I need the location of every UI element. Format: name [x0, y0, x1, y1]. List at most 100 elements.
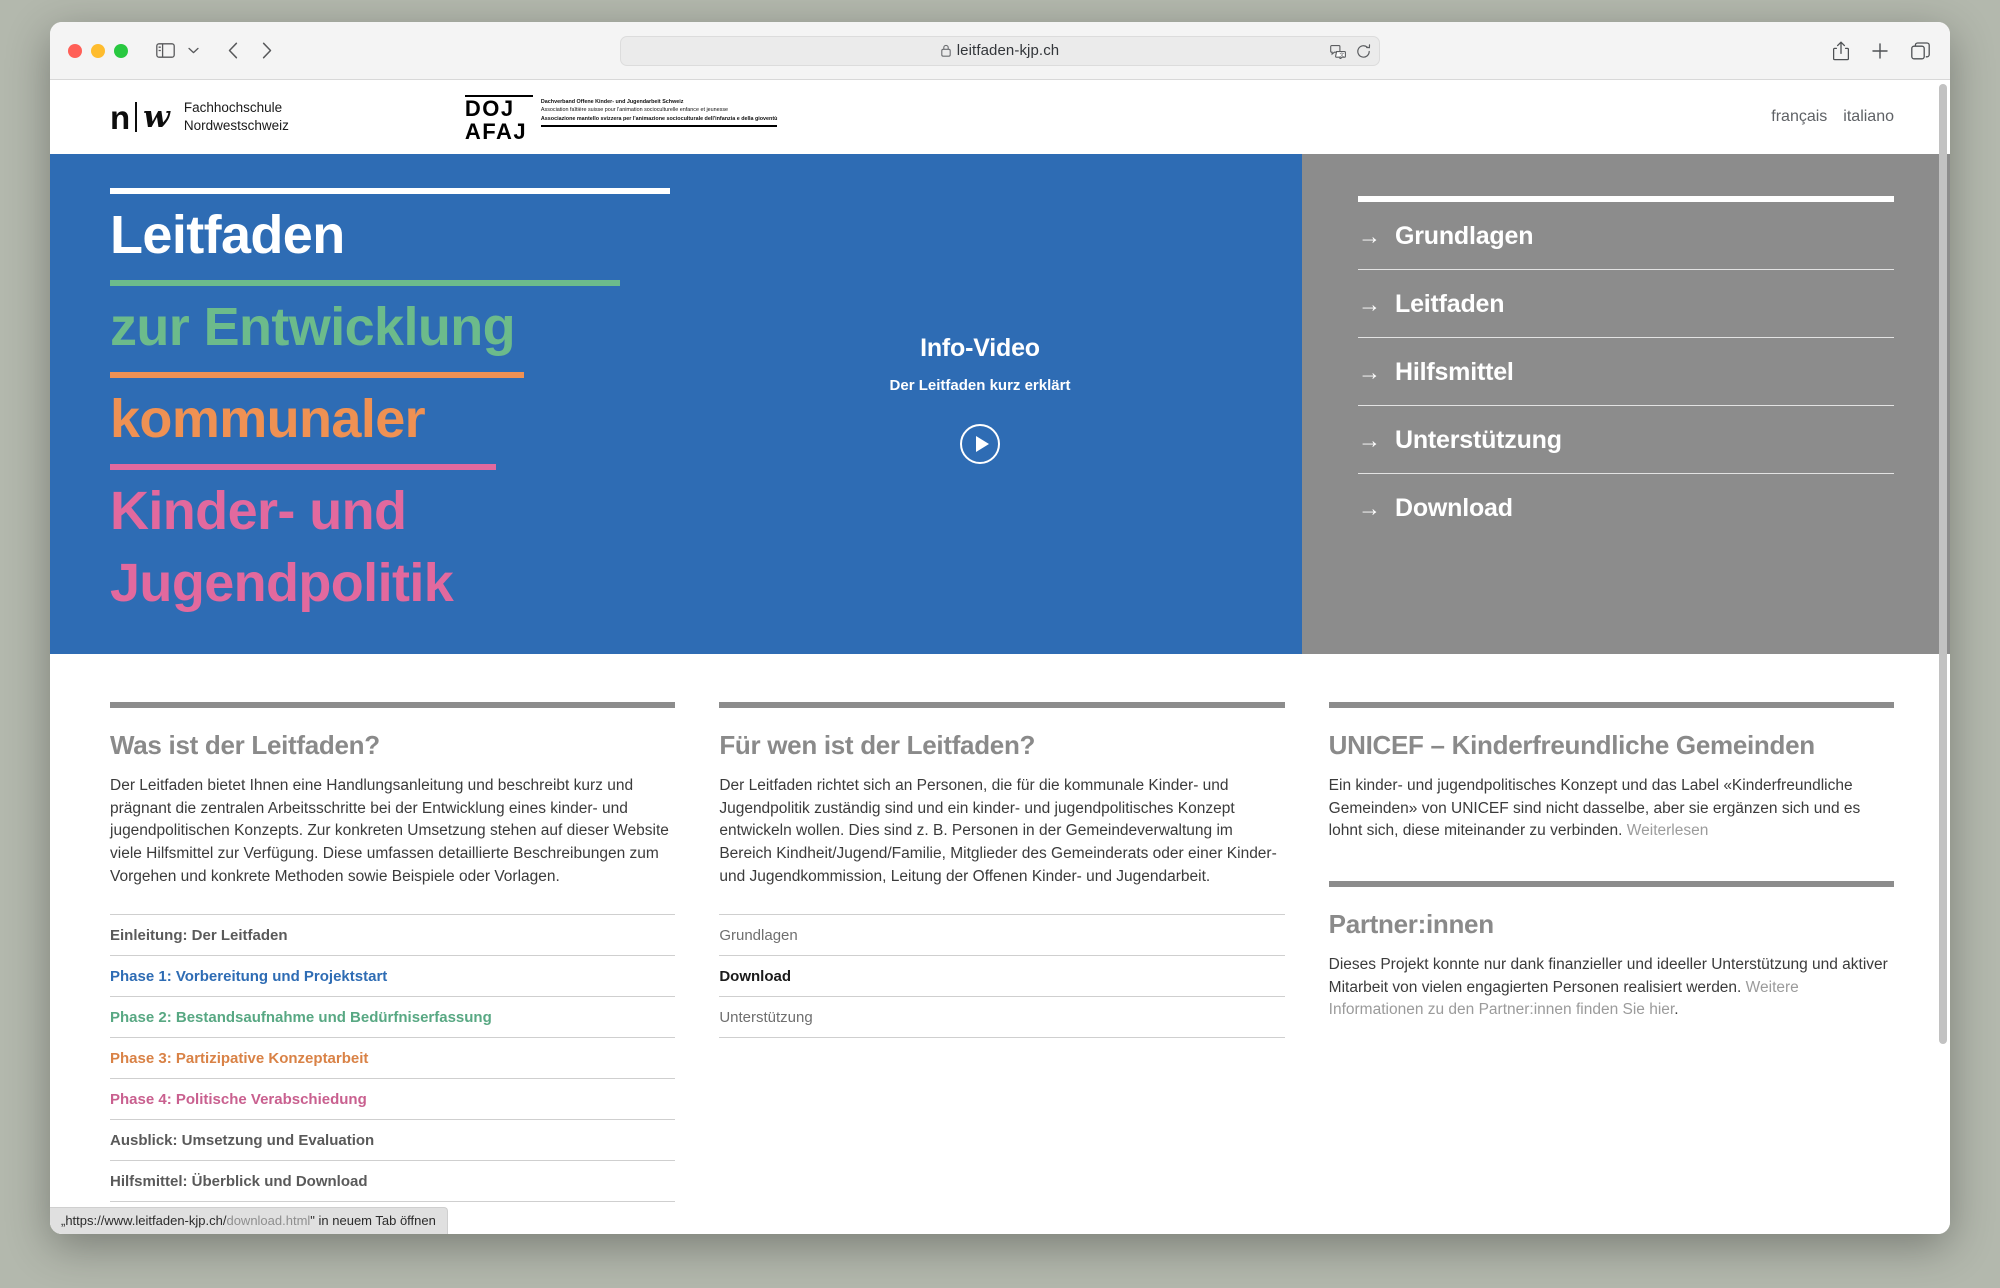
- partner-rule: [1328, 880, 1894, 887]
- hero-nav-item-hilfsmittel[interactable]: → Hilfsmittel: [1358, 338, 1894, 406]
- info-video-block[interactable]: Info-Video Der Leitfaden kurz erklärt: [840, 154, 1120, 464]
- status-bar-link-preview: „https://www.leitfaden-kjp.ch/download.h…: [50, 1207, 448, 1234]
- column-body: Der Leitfaden richtet sich an Personen, …: [719, 777, 1277, 885]
- url-text: leitfaden-kjp.ch: [956, 42, 1060, 59]
- fhnw-name-line-2: Nordwestschweiz: [183, 118, 289, 133]
- link-hilfsmittel[interactable]: Hilfsmittel: Überblick und Download: [110, 1160, 676, 1203]
- partner-body: Dieses Projekt konnte nur dank finanziel…: [1329, 954, 1894, 1022]
- hero-nav-label: Leitfaden: [1395, 290, 1505, 318]
- chevron-right-icon[interactable]: [252, 37, 282, 65]
- language-link-francais[interactable]: français: [1771, 108, 1827, 126]
- fhnw-logo-mark: n w: [110, 101, 170, 134]
- fhnw-letter-w: w: [143, 98, 170, 135]
- column-rule: [110, 702, 676, 708]
- arrow-right-icon: →: [1358, 359, 1381, 385]
- close-window-button[interactable]: [68, 43, 82, 58]
- partner-section: Partner:innen Dieses Projekt konnte nur …: [1328, 880, 1894, 1022]
- address-bar-actions: 文: [1330, 37, 1371, 67]
- doj-desc-fr: Association faîtière suisse pour l'anima…: [540, 107, 729, 114]
- link-unterstuetzung[interactable]: Unterstützung: [719, 996, 1285, 1039]
- doj-abbrev-line-2: AFAJ: [464, 118, 528, 144]
- share-icon[interactable]: [1833, 41, 1849, 61]
- link-phase-4[interactable]: Phase 4: Politische Verabschiedung: [110, 1078, 676, 1119]
- link-einleitung[interactable]: Einleitung: Der Leitfaden: [110, 914, 676, 955]
- unicef-body-text: Ein kinder- und jugendpolitisches Konzep…: [1328, 777, 1861, 840]
- info-video-subtitle: Der Leitfaden kurz erklärt: [889, 377, 1071, 394]
- hero-nav-label: Unterstützung: [1395, 426, 1562, 454]
- language-link-italiano[interactable]: italiano: [1843, 108, 1894, 126]
- maximize-window-button[interactable]: [114, 43, 128, 58]
- doj-desc-it: Associazione mantello svizzera per l'ani…: [540, 116, 778, 123]
- doj-bracket-bottom: [540, 124, 778, 127]
- fhnw-name-line-1: Fachhochschule: [183, 100, 283, 116]
- link-download[interactable]: Download: [719, 955, 1285, 996]
- fhnw-logo[interactable]: n w Fachhochschule Nordwestschweiz: [110, 99, 289, 135]
- leitfaden-link-list: Einleitung: Der Leitfaden Phase 1: Vorbe…: [110, 914, 676, 1203]
- link-phase-2[interactable]: Phase 2: Bestandsaufnahme und Bedürfnise…: [110, 996, 676, 1037]
- fhnw-divider: [135, 102, 138, 132]
- column-title: Für wen ist der Leitfaden?: [719, 730, 1036, 760]
- unicef-body: Ein kinder- und jugendpolitisches Konzep…: [1329, 775, 1894, 843]
- link-weiterlesen[interactable]: Weiterlesen: [1627, 822, 1709, 839]
- chevron-down-icon[interactable]: [182, 37, 204, 65]
- doj-abbrev-line-1: DOJ: [464, 95, 515, 121]
- hero-nav-label: Grundlagen: [1395, 222, 1534, 250]
- hero-banner: Leitfaden zur Entwicklung kommunaler Kin…: [50, 154, 1302, 654]
- unicef-title: UNICEF – Kinderfreundliche Gemeinden: [1328, 730, 1815, 760]
- link-grundlagen[interactable]: Grundlagen: [719, 914, 1285, 955]
- status-suffix: " in neuem Tab öffnen: [310, 1213, 436, 1228]
- lock-icon: [941, 44, 951, 57]
- column-title: Was ist der Leitfaden?: [110, 730, 380, 760]
- column-fuer-wen-ist-der-leitfaden: Für wen ist der Leitfaden? Der Leitfaden…: [719, 702, 1285, 1202]
- hero-nav-item-unterstuetzung[interactable]: → Unterstützung: [1358, 406, 1894, 474]
- hero-title: Leitfaden zur Entwicklung kommunaler Kin…: [50, 154, 670, 654]
- hero-nav-item-grundlagen[interactable]: → Grundlagen: [1358, 202, 1894, 270]
- page-scrollbar[interactable]: [1939, 84, 1947, 1230]
- play-triangle: [975, 436, 989, 452]
- browser-toolbar: leitfaden-kjp.ch 文: [50, 22, 1950, 80]
- column-was-ist-der-leitfaden: Was ist der Leitfaden? Der Leitfaden bie…: [110, 702, 676, 1203]
- hero-title-line-2: zur Entwicklung: [110, 297, 516, 357]
- doj-abbrev-block: DOJ AFAJ: [464, 94, 533, 144]
- play-icon[interactable]: [960, 424, 1000, 464]
- hero-nav-label: Hilfsmittel: [1395, 358, 1514, 386]
- partner-body-end: .: [1674, 1001, 1679, 1019]
- browser-window: leitfaden-kjp.ch 文 n w Fachhochschule No…: [50, 22, 1950, 1234]
- minimize-window-button[interactable]: [91, 43, 105, 58]
- content-columns: Was ist der Leitfaden? Der Leitfaden bie…: [50, 654, 1950, 1203]
- info-video-title: Info-Video: [920, 334, 1040, 362]
- hero-nav-item-download[interactable]: → Download: [1358, 474, 1894, 541]
- partner-title: Partner:innen: [1328, 908, 1494, 939]
- svg-text:文: 文: [1339, 51, 1344, 58]
- language-switcher: français italiano: [1771, 108, 1894, 126]
- chevron-left-icon[interactable]: [218, 37, 248, 65]
- hero-nav-panel: → Grundlagen → Leitfaden → Hilfsmittel →…: [1302, 154, 1950, 654]
- link-phase-3[interactable]: Phase 3: Partizipative Konzeptarbeit: [110, 1037, 676, 1078]
- hero-section: Leitfaden zur Entwicklung kommunaler Kin…: [50, 154, 1950, 654]
- translate-icon[interactable]: 文: [1330, 44, 1347, 59]
- page-viewport: n w Fachhochschule Nordwestschweiz DOJ A…: [50, 80, 1950, 1234]
- arrow-right-icon: →: [1358, 495, 1381, 521]
- hero-nav-label: Download: [1395, 494, 1513, 522]
- scrollbar-thumb[interactable]: [1939, 84, 1947, 1044]
- hero-title-line-3: kommunaler: [110, 389, 426, 449]
- address-bar[interactable]: leitfaden-kjp.ch 文: [620, 35, 1380, 67]
- tab-overview-icon[interactable]: [1911, 41, 1930, 60]
- doj-afaj-logo[interactable]: DOJ AFAJ Dachverband Offene Kinder- und …: [464, 94, 778, 144]
- column-unicef-partner: UNICEF – Kinderfreundliche Gemeinden Ein…: [1328, 702, 1894, 1202]
- arrow-right-icon: →: [1358, 291, 1381, 317]
- link-ausblick[interactable]: Ausblick: Umsetzung und Evaluation: [110, 1119, 676, 1160]
- zielgruppen-link-list: Grundlagen Download Unterstützung: [719, 914, 1285, 1039]
- column-rule: [1328, 702, 1894, 708]
- hero-title-line-1: Leitfaden: [110, 205, 345, 265]
- doj-description-block: Dachverband Offene Kinder- und Jugendarb…: [540, 95, 778, 127]
- arrow-right-icon: →: [1358, 223, 1381, 249]
- column-body: Der Leitfaden bietet Ihnen eine Handlung…: [110, 777, 669, 885]
- reload-icon[interactable]: [1356, 44, 1371, 59]
- link-phase-1[interactable]: Phase 1: Vorbereitung und Projektstart: [110, 955, 676, 996]
- column-rule: [719, 702, 1285, 708]
- sidebar-icon[interactable]: [150, 37, 180, 65]
- hero-nav-item-leitfaden[interactable]: → Leitfaden: [1358, 270, 1894, 338]
- plus-icon[interactable]: [1871, 42, 1889, 60]
- arrow-right-icon: →: [1358, 427, 1381, 453]
